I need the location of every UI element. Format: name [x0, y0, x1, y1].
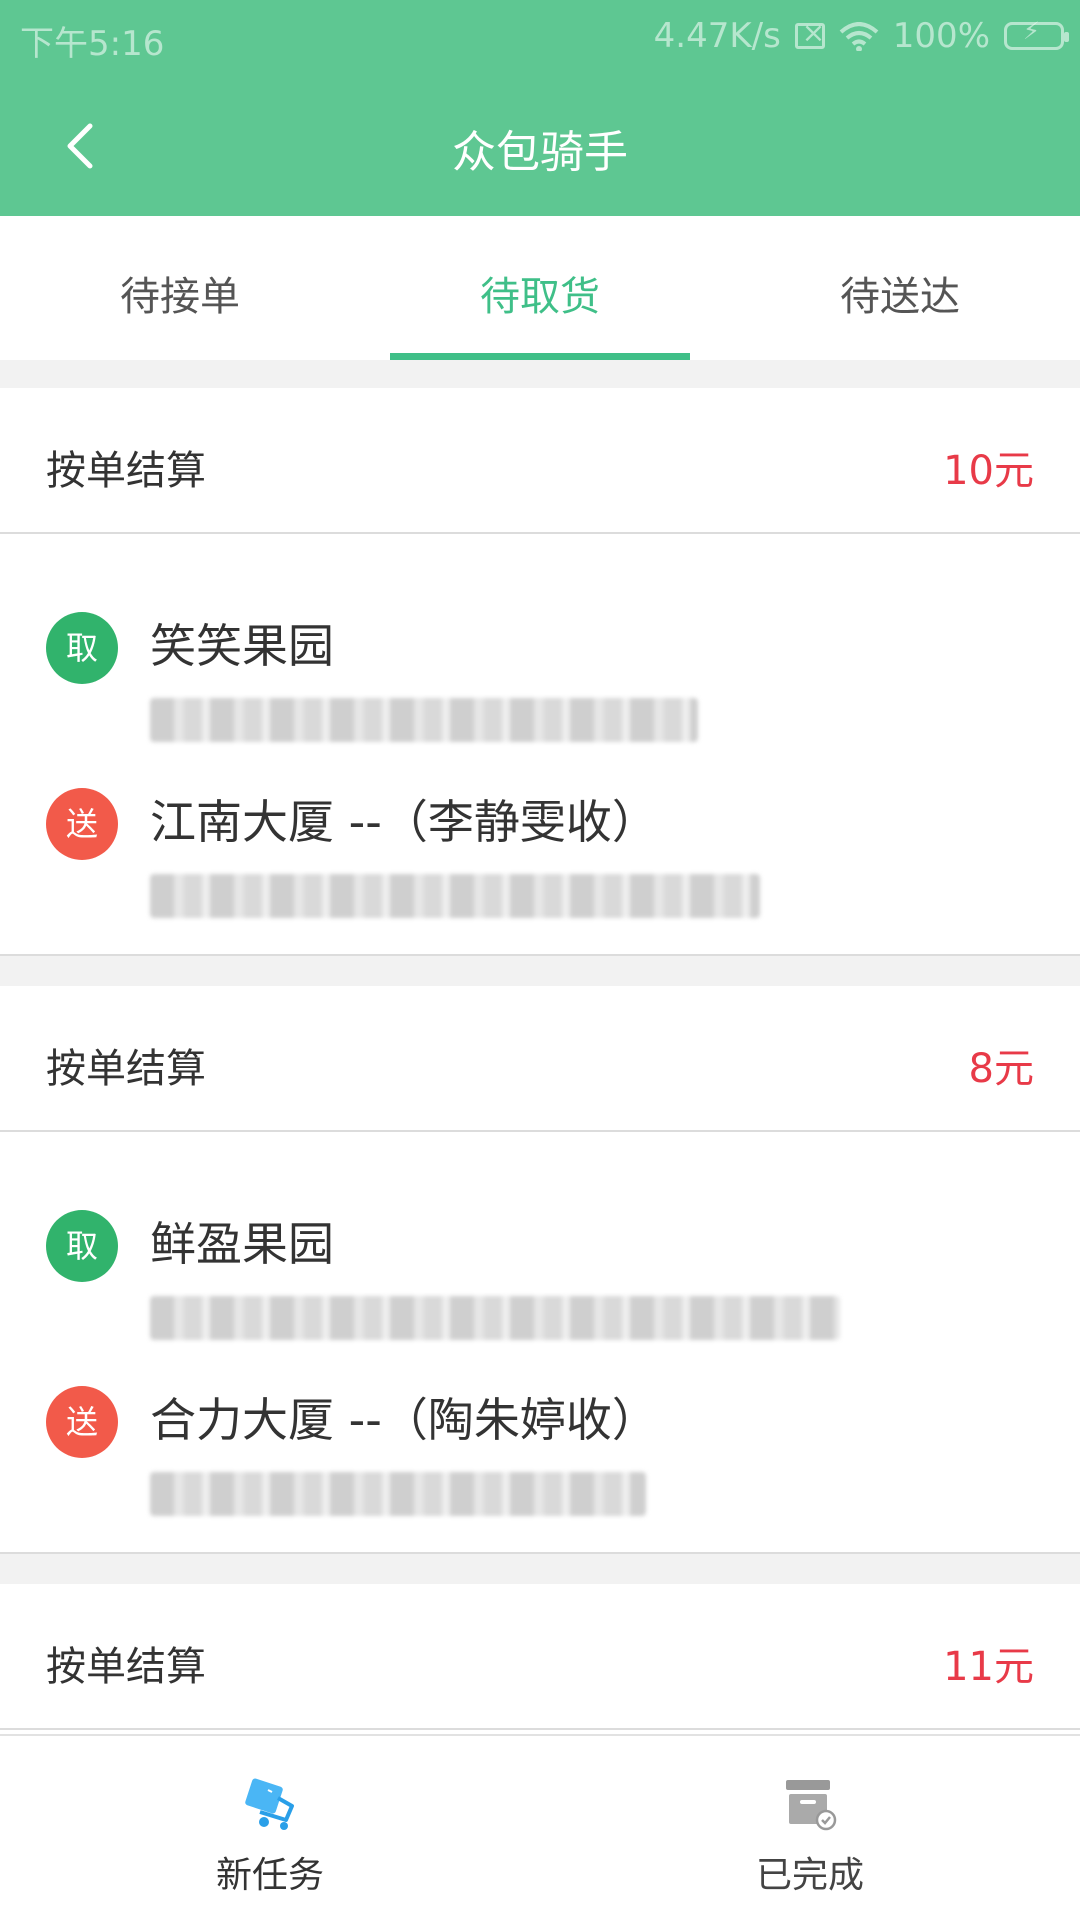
tab-label: 待接单	[120, 274, 240, 320]
nav-completed[interactable]: 已完成	[540, 1736, 1080, 1920]
order-header: 按单结算 10元	[0, 388, 1080, 534]
tab-label: 待送达	[840, 274, 960, 320]
order-card[interactable]: 按单结算 11元	[0, 1584, 1080, 1734]
status-time: 下午5:16	[20, 24, 165, 64]
wifi-icon	[839, 21, 879, 51]
pickup-badge: 取	[46, 1210, 118, 1282]
order-header: 按单结算 11元	[0, 1584, 1080, 1730]
tab-pending-pickup[interactable]: 待取货	[360, 216, 720, 360]
tab-pending-delivery[interactable]: 待送达	[720, 216, 1080, 360]
order-price: 10元	[943, 448, 1034, 494]
nav-label: 新任务	[215, 1855, 324, 1896]
order-header: 按单结算 8元	[0, 986, 1080, 1132]
app-bar: 众包骑手	[0, 76, 1080, 216]
tab-label: 待取货	[480, 274, 600, 320]
pickup-name: 笑笑果园	[150, 619, 334, 673]
tab-pending-accept[interactable]: 待接单	[0, 216, 360, 360]
active-tab-indicator	[390, 353, 690, 360]
settlement-label: 按单结算	[46, 1644, 206, 1690]
status-bar: 下午5:16 4.47K/s 100%	[0, 0, 1080, 76]
no-sim-icon	[794, 16, 825, 49]
order-card[interactable]: 按单结算 10元 取 笑笑果园 送 江南大厦 --（李静雯收）	[0, 388, 1080, 956]
pickup-badge: 取	[46, 612, 118, 684]
settlement-label: 按单结算	[46, 1046, 206, 1092]
delivery-name: 江南大厦 --（李静雯收）	[150, 795, 658, 849]
delivery-badge: 送	[46, 1386, 118, 1458]
bottom-nav: 新任务 已完成	[0, 1734, 1080, 1920]
nav-new-tasks[interactable]: 新任务	[0, 1736, 540, 1920]
battery-level: 100%	[892, 16, 990, 56]
delivery-stop: 送 合力大厦 --（陶朱婷收）	[0, 1368, 1080, 1544]
order-card[interactable]: 按单结算 8元 取 鲜盈果园 送 合力大厦 --（陶朱婷收）	[0, 986, 1080, 1554]
delivery-badge: 送	[46, 788, 118, 860]
pickup-stop: 取 鲜盈果园	[0, 1192, 1080, 1368]
page-title: 众包骑手	[452, 127, 628, 178]
network-speed: 4.47K/s	[653, 16, 781, 56]
settlement-label: 按单结算	[46, 448, 206, 494]
status-right: 4.47K/s 100%	[653, 16, 1069, 56]
pickup-name: 鲜盈果园	[150, 1217, 334, 1271]
order-status-tabs: 待接单 待取货 待送达	[0, 216, 1080, 360]
order-price: 11元	[943, 1644, 1034, 1690]
battery-charging-icon	[1004, 17, 1069, 50]
order-price: 8元	[968, 1046, 1034, 1092]
nav-label: 已完成	[755, 1855, 864, 1896]
delivery-name: 合力大厦 --（陶朱婷收）	[150, 1393, 658, 1447]
archive-box-icon	[786, 1780, 837, 1831]
delivery-cart-icon	[245, 1778, 294, 1830]
delivery-stop: 送 江南大厦 --（李静雯收）	[0, 770, 1080, 946]
pickup-stop: 取 笑笑果园	[0, 594, 1080, 770]
